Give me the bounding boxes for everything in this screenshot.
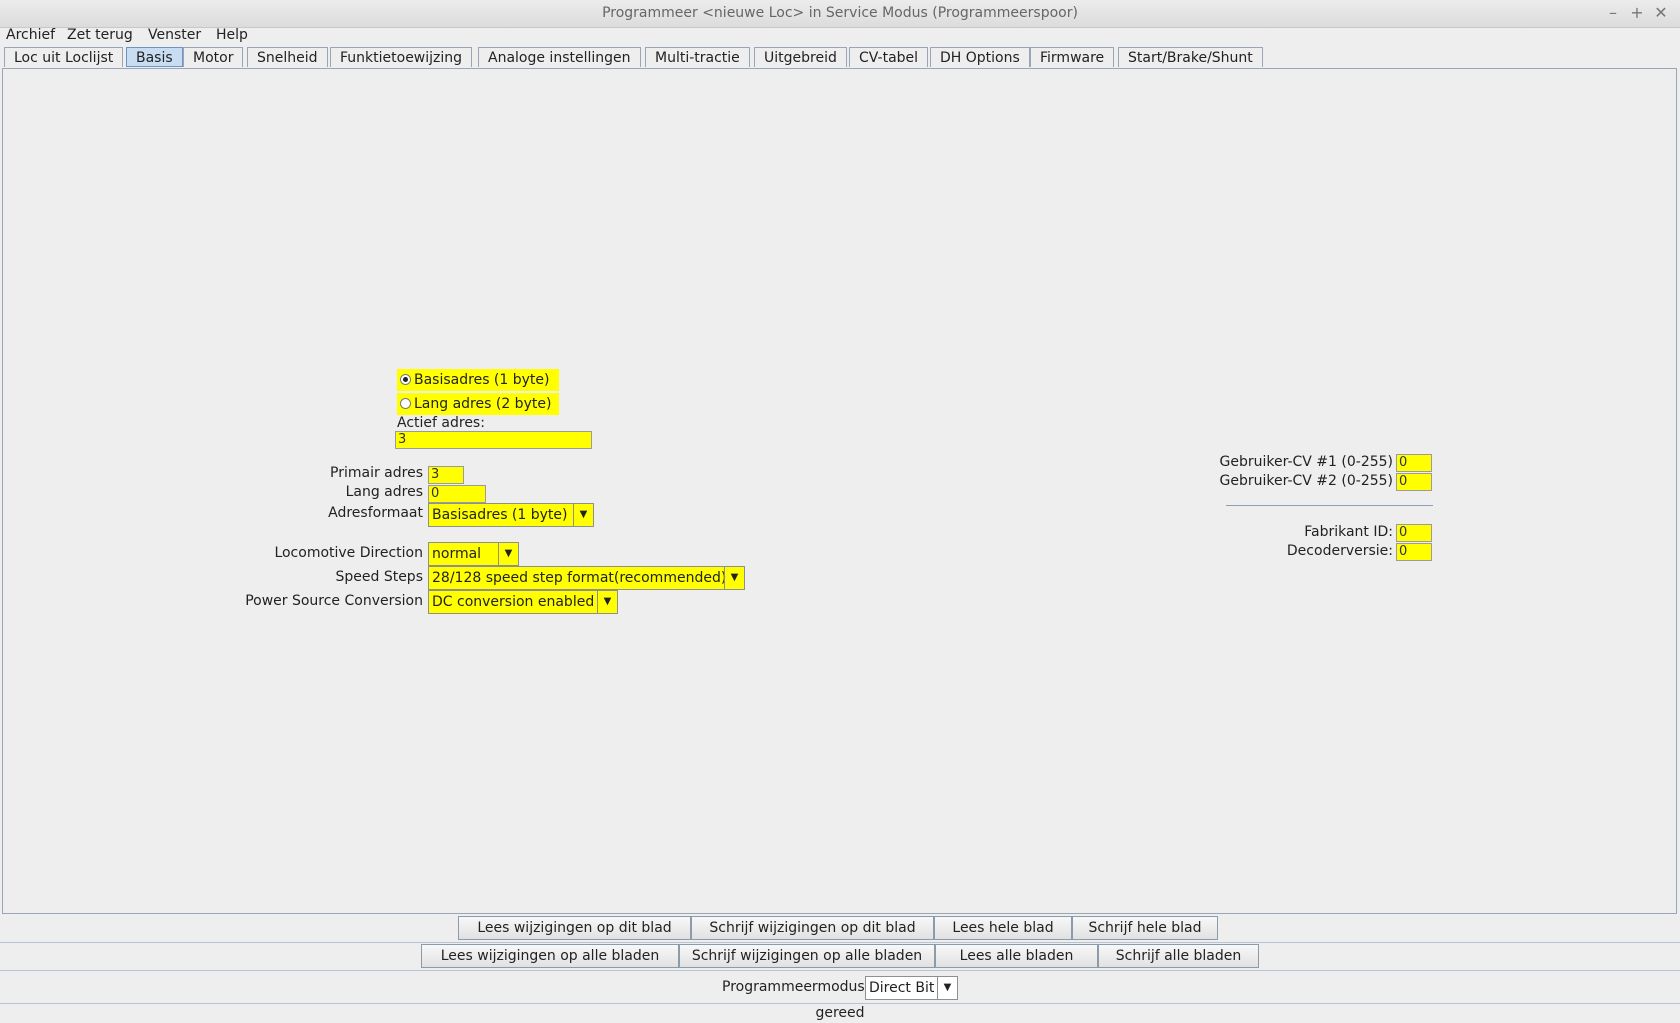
tab-funktietoewijzing[interactable]: Funktietoewijzing xyxy=(330,47,473,67)
tab-snelheid[interactable]: Snelheid xyxy=(247,47,328,67)
power-source-label: Power Source Conversion xyxy=(245,593,423,609)
separator xyxy=(1226,505,1433,506)
manufacturer-label: Fabrikant ID: xyxy=(1304,524,1393,540)
user-cv1-label: Gebruiker-CV #1 (0-255) xyxy=(1219,454,1394,470)
write-changes-all-button[interactable]: Schrijf wijzigingen op alle bladen xyxy=(679,944,935,968)
programming-mode-label: Programmeermodus xyxy=(722,979,865,995)
window-title: Programmeer <nieuwe Loc> in Service Modu… xyxy=(602,5,1078,21)
radio-selected-icon xyxy=(400,373,411,385)
active-address-label: Actief adres: xyxy=(397,415,485,431)
chevron-down-icon: ▼ xyxy=(724,567,744,589)
divider xyxy=(0,1003,1680,1004)
decoder-version-field[interactable]: 0 xyxy=(1396,543,1432,561)
programming-mode-select[interactable]: Direct Bit ▼ xyxy=(865,976,958,1000)
write-all-sheets-button[interactable]: Schrijf alle bladen xyxy=(1098,944,1259,968)
minimize-button[interactable]: – xyxy=(1603,3,1623,23)
radio-unselected-icon xyxy=(400,397,411,409)
decoder-version-label: Decoderversie: xyxy=(1286,543,1393,559)
chevron-down-icon: ▼ xyxy=(498,543,518,565)
close-button[interactable]: ✕ xyxy=(1651,3,1671,23)
radio-lang-adres[interactable]: Lang adres (2 byte) xyxy=(397,393,559,415)
address-format-label: Adresformaat xyxy=(328,505,423,521)
menu-archief[interactable]: Archief xyxy=(6,24,55,46)
divider xyxy=(0,942,1680,943)
tab-loc-uit-loclijst[interactable]: Loc uit Loclijst xyxy=(4,47,124,67)
radio-basisadres[interactable]: Basisadres (1 byte) xyxy=(397,369,559,391)
primary-address-field[interactable]: 3 xyxy=(428,466,464,484)
tab-uitgebreid[interactable]: Uitgebreid xyxy=(754,47,847,67)
power-source-select[interactable]: DC conversion enabled ▼ xyxy=(428,590,618,614)
menu-venster[interactable]: Venster xyxy=(148,24,201,46)
user-cv1-field[interactable]: 0 xyxy=(1396,454,1432,472)
direction-label: Locomotive Direction xyxy=(274,545,423,561)
tab-cv-tabel[interactable]: CV-tabel xyxy=(849,47,929,67)
long-address-label: Lang adres xyxy=(345,484,423,500)
direction-value: normal xyxy=(432,546,482,562)
speed-steps-select[interactable]: 28/128 speed step format(recommended) ▼ xyxy=(428,566,745,590)
direction-select[interactable]: normal ▼ xyxy=(428,542,519,566)
speed-steps-value: 28/128 speed step format(recommended) xyxy=(432,570,727,586)
speed-steps-label: Speed Steps xyxy=(335,569,423,585)
divider xyxy=(0,970,1680,971)
long-address-field[interactable]: 0 xyxy=(428,485,486,503)
write-whole-sheet-button[interactable]: Schrijf hele blad xyxy=(1072,916,1218,940)
maximize-button[interactable]: + xyxy=(1627,3,1647,23)
chevron-down-icon: ▼ xyxy=(597,591,617,613)
read-changes-all-button[interactable]: Lees wijzigingen op alle bladen xyxy=(421,944,679,968)
tab-firmware[interactable]: Firmware xyxy=(1030,47,1115,67)
read-whole-sheet-button[interactable]: Lees hele blad xyxy=(934,916,1072,940)
primary-address-label: Primair adres xyxy=(330,465,423,481)
user-cv2-label: Gebruiker-CV #2 (0-255) xyxy=(1219,473,1394,489)
status-text: gereed xyxy=(815,1005,865,1021)
write-changes-sheet-button[interactable]: Schrijf wijzigingen op dit blad xyxy=(691,916,934,940)
tab-analoge-instellingen[interactable]: Analoge instellingen xyxy=(478,47,641,67)
chevron-down-icon: ▼ xyxy=(573,504,593,526)
address-format-select[interactable]: Basisadres (1 byte) ▼ xyxy=(428,503,594,527)
user-cv2-field[interactable]: 0 xyxy=(1396,473,1432,491)
menu-help[interactable]: Help xyxy=(216,24,248,46)
radio-lang-adres-label: Lang adres (2 byte) xyxy=(414,396,552,412)
manufacturer-field[interactable]: 0 xyxy=(1396,524,1432,542)
chevron-down-icon: ▼ xyxy=(937,977,957,999)
radio-basisadres-label: Basisadres (1 byte) xyxy=(414,372,550,388)
menu-zet-terug[interactable]: Zet terug xyxy=(67,24,133,46)
tab-basis[interactable]: Basis xyxy=(126,47,183,67)
programming-mode-value: Direct Bit xyxy=(869,980,935,996)
tab-dh-options[interactable]: DH Options xyxy=(930,47,1030,67)
active-address-field[interactable]: 3 xyxy=(395,431,592,449)
tab-start-brake-shunt[interactable]: Start/Brake/Shunt xyxy=(1118,47,1263,67)
tab-multi-tractie[interactable]: Multi-tractie xyxy=(645,47,750,67)
read-changes-sheet-button[interactable]: Lees wijzigingen op dit blad xyxy=(458,916,691,940)
address-format-value: Basisadres (1 byte) xyxy=(432,507,568,523)
read-all-sheets-button[interactable]: Lees alle bladen xyxy=(935,944,1098,968)
tab-motor[interactable]: Motor xyxy=(183,47,244,67)
power-source-value: DC conversion enabled xyxy=(432,594,595,610)
